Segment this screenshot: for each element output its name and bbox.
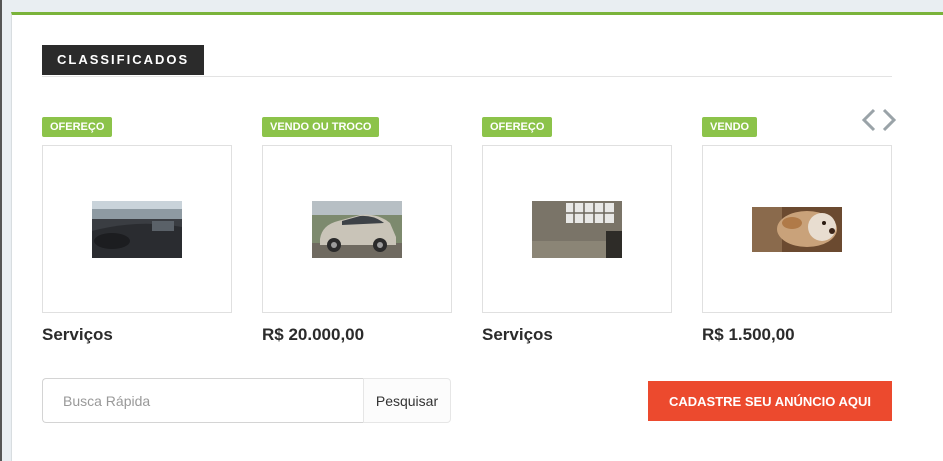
search-input[interactable] bbox=[42, 378, 363, 423]
listing-image-link[interactable] bbox=[702, 145, 892, 313]
listing-image-link[interactable] bbox=[42, 145, 232, 313]
search-button[interactable]: Pesquisar bbox=[363, 378, 451, 423]
silver-car-photo bbox=[312, 200, 402, 258]
dog-photo bbox=[752, 206, 842, 252]
listing-card: OFEREÇO Serviços bbox=[482, 117, 672, 345]
listing-card: VENDO OU TROCO R$ 20.000,00 bbox=[262, 117, 452, 345]
listing-badge: OFEREÇO bbox=[42, 117, 113, 137]
listing-price[interactable]: Serviços bbox=[42, 325, 232, 345]
post-ad-button[interactable]: CADASTRE SEU ANÚNCIO AQUI bbox=[648, 381, 892, 421]
listing-price[interactable]: R$ 20.000,00 bbox=[262, 325, 452, 345]
listing-image-link[interactable] bbox=[482, 145, 672, 313]
quick-search: Pesquisar bbox=[42, 378, 451, 423]
page-edge bbox=[0, 0, 2, 461]
window-grate-photo bbox=[532, 200, 622, 258]
listing-price[interactable]: R$ 1.500,00 bbox=[702, 325, 892, 345]
listing-price[interactable]: Serviços bbox=[482, 325, 672, 345]
listing-badge: VENDO bbox=[702, 117, 758, 137]
car-interior-photo bbox=[92, 200, 182, 258]
listing-badge: VENDO OU TROCO bbox=[262, 117, 380, 137]
listing-badge: OFEREÇO bbox=[482, 117, 553, 137]
listing-card: OFEREÇO Serviços bbox=[42, 117, 232, 345]
section-title: CLASSIFICADOS bbox=[42, 45, 205, 75]
section-header: CLASSIFICADOS bbox=[42, 45, 892, 77]
listing-card: VENDO R$ 1.500,00 bbox=[702, 117, 892, 345]
classifieds-panel: CLASSIFICADOS OFEREÇO Serviços VENDO OU … bbox=[11, 12, 943, 461]
listing-image-link[interactable] bbox=[262, 145, 452, 313]
